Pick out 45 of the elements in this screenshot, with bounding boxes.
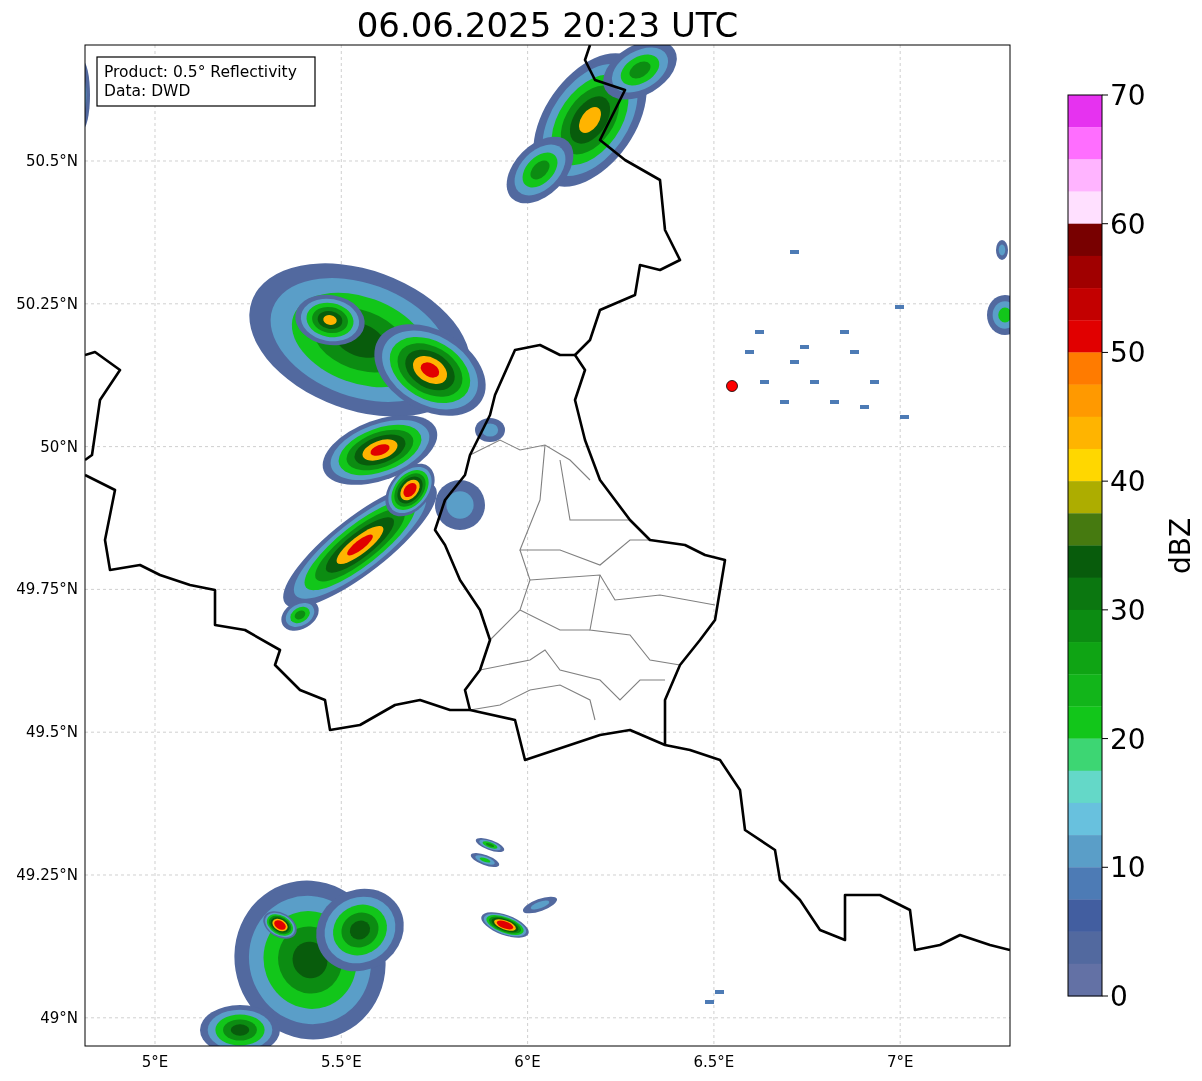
location-dot — [726, 380, 738, 392]
axis-tick-label: 49.25°N — [16, 866, 78, 884]
radar-echo — [790, 250, 799, 254]
colorbar-tick-label: 30 — [1110, 593, 1146, 627]
axis-tick-label: 5.5°E — [320, 1053, 362, 1071]
axis-tick-label: 6°E — [514, 1053, 541, 1071]
chart-title: 06.06.2025 20:23 UTC — [356, 5, 739, 45]
colorbar-tick-label: 0 — [1110, 980, 1128, 1013]
colorbar-tick-label: 20 — [1110, 722, 1146, 756]
radar-echo — [900, 415, 909, 419]
axis-tick-label: 7°E — [886, 1053, 914, 1071]
colorbar-tick-label: 70 — [1110, 79, 1146, 112]
radar-echo — [470, 853, 500, 867]
radar-echo — [475, 418, 505, 442]
axis-tick-label: 49°N — [40, 1008, 78, 1027]
info-text: Data: DWD — [104, 82, 191, 100]
radar-echo — [760, 380, 769, 384]
radar-echo — [475, 838, 505, 852]
radar-echo — [790, 360, 799, 364]
radar-echo — [830, 400, 839, 404]
axis-tick-label: 49.75°N — [16, 580, 78, 599]
radar-echo — [895, 305, 904, 309]
info-text: Product: 0.5° Reflectivity — [104, 63, 297, 81]
colorbar-tick-label: 10 — [1110, 851, 1146, 885]
radar-echo — [810, 380, 819, 384]
colorbar-tick-label: 40 — [1110, 465, 1146, 499]
axis-tick-label: 50.5°N — [25, 152, 78, 170]
axis-tick-label: 5°E — [141, 1053, 169, 1071]
axis-tick-label: 50.25°N — [16, 294, 78, 313]
radar-echo — [870, 380, 879, 384]
radar-echo — [840, 330, 849, 334]
radar-echo — [745, 350, 754, 354]
colorbar-tick-label: 50 — [1110, 336, 1146, 370]
axis-tick-label: 50°N — [40, 437, 78, 456]
radar-echo — [996, 240, 1008, 260]
colorbar-label: dBZ — [1164, 517, 1197, 575]
axis-tick-label: 49.5°N — [25, 723, 78, 742]
radar-echo — [987, 295, 1010, 335]
radar-echo — [860, 405, 869, 409]
radar-echo — [850, 350, 859, 354]
axis-tick-label: 6.5°E — [693, 1053, 735, 1071]
radar-echo — [780, 400, 789, 404]
colorbar-tick-label: 60 — [1110, 207, 1146, 241]
radar-echo — [755, 330, 764, 334]
radar-echo — [800, 345, 809, 349]
